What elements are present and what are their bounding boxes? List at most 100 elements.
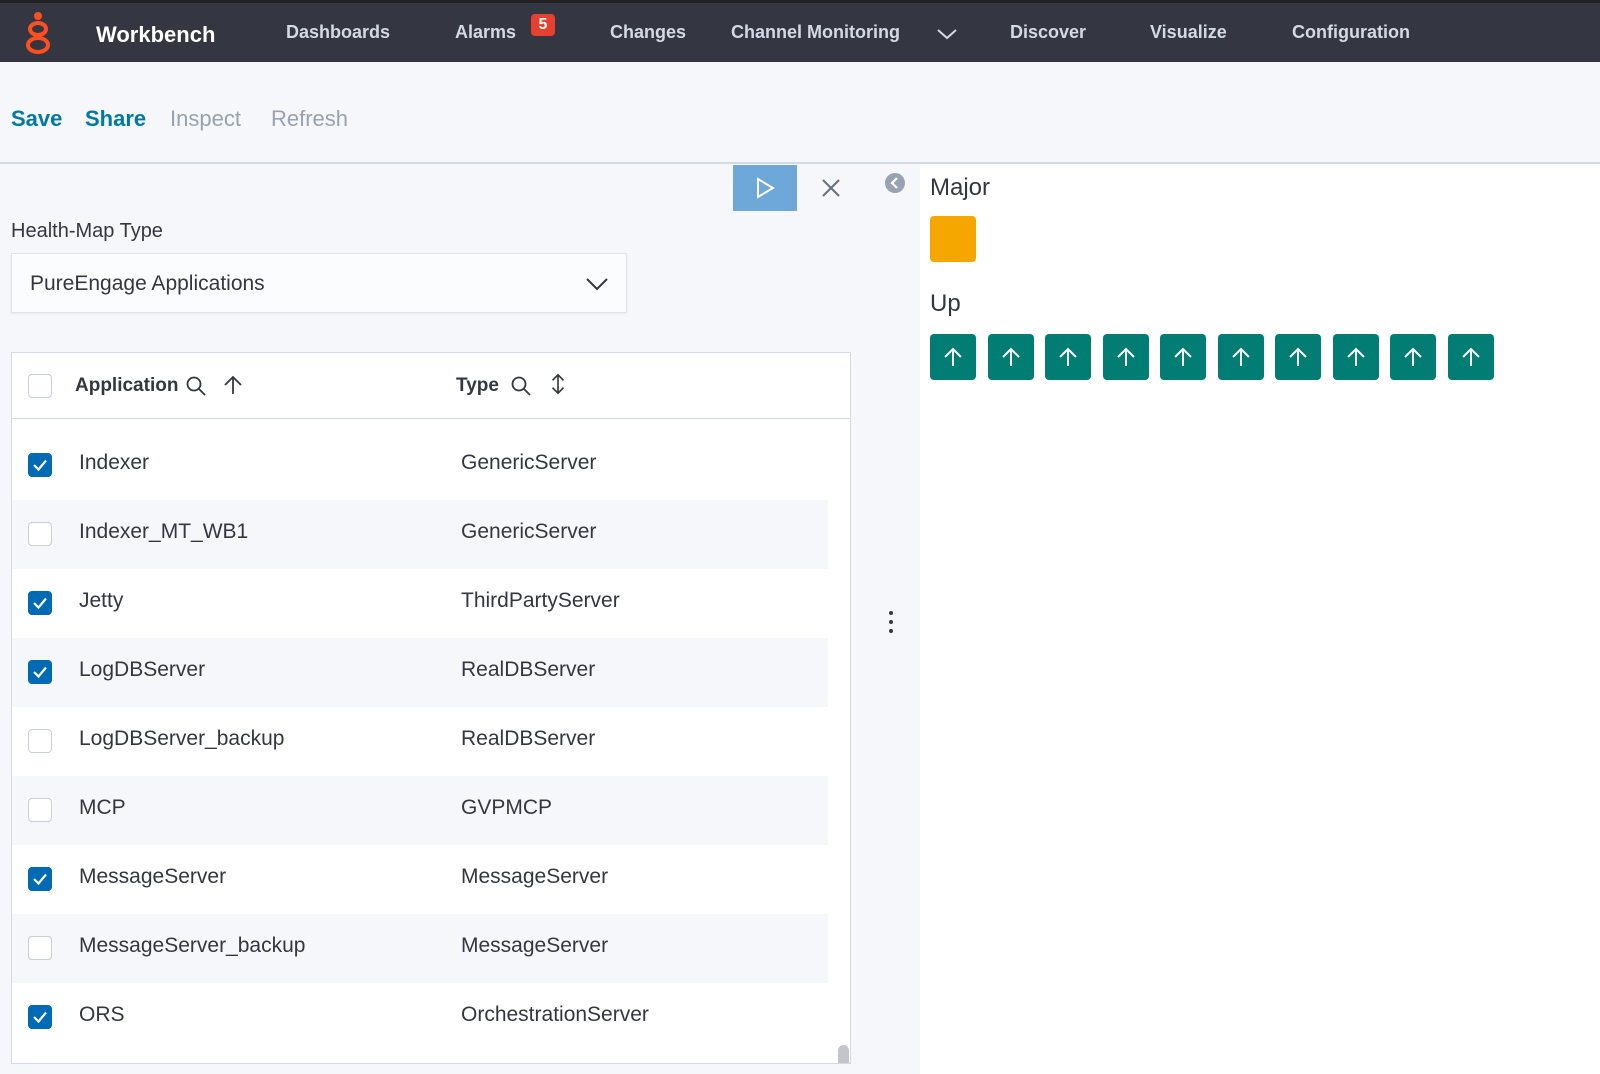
table-row[interactable]: Indexer GenericServer — [12, 431, 828, 500]
search-icon[interactable] — [510, 375, 532, 397]
arrow-up-icon — [1001, 347, 1020, 366]
arrow-up-icon — [1059, 347, 1077, 366]
column-header-type[interactable]: Type — [456, 375, 499, 397]
row-checkbox[interactable] — [28, 729, 52, 753]
visualize-toolbar: Save Share Inspect Refresh — [0, 62, 1600, 164]
table-row[interactable]: LogDBServer_backup RealDBServer — [12, 707, 828, 776]
arrow-up-icon — [1289, 347, 1307, 366]
chevron-down-icon — [586, 278, 608, 291]
healthmap-type-value: PureEngage Applications — [30, 272, 265, 295]
cell-application: ORS — [79, 1003, 125, 1026]
healthmap-tile-up[interactable] — [1275, 334, 1321, 380]
healthmap-tile-up[interactable] — [1217, 334, 1264, 380]
row-checkbox[interactable] — [28, 522, 52, 546]
save-button[interactable]: Save — [11, 106, 62, 132]
panel-divider — [862, 164, 920, 1074]
healthmap-tile-up[interactable] — [1102, 334, 1149, 380]
sort-ascending-icon[interactable] — [222, 374, 244, 396]
healthmap-type-select[interactable]: PureEngage Applications — [11, 253, 627, 313]
cell-type: GenericServer — [461, 451, 597, 474]
nav-dashboards[interactable]: Dashboards — [286, 22, 390, 43]
table-row[interactable]: Jetty ThirdPartyServer — [12, 569, 828, 638]
cell-type: GVPMCP — [461, 796, 553, 819]
nav-visualize[interactable]: Visualize — [1150, 22, 1227, 43]
row-checkbox[interactable] — [28, 660, 52, 684]
apply-changes-button[interactable] — [733, 165, 797, 211]
healthmap-tile-up[interactable] — [1045, 334, 1091, 380]
table-row[interactable]: MCP GVPMCP — [12, 776, 828, 845]
healthmap-type-label: Health-Map Type — [11, 220, 163, 242]
inspect-button[interactable]: Inspect — [170, 106, 241, 132]
table-row[interactable]: Indexer_MT_WB1 GenericServer — [12, 500, 828, 569]
cell-application: LogDBServer — [79, 658, 206, 681]
row-checkbox[interactable] — [28, 936, 52, 960]
chevron-down-icon[interactable] — [936, 25, 958, 43]
healthmap-tile-up[interactable] — [1160, 334, 1206, 380]
group-title-major: Major — [930, 174, 991, 201]
nav-channel-monitoring[interactable]: Channel Monitoring — [731, 22, 900, 43]
nav-discover[interactable]: Discover — [1010, 22, 1086, 43]
nav-changes[interactable]: Changes — [610, 22, 686, 43]
arrow-up-icon — [1404, 347, 1422, 366]
arrow-up-icon — [1116, 347, 1135, 366]
collapse-panel-icon[interactable] — [884, 172, 906, 194]
app-brand[interactable]: Workbench — [96, 22, 215, 48]
cell-type: RealDBServer — [461, 727, 596, 750]
refresh-button[interactable]: Refresh — [271, 106, 348, 132]
row-checkbox[interactable] — [28, 453, 52, 477]
arrow-up-icon — [1346, 347, 1365, 366]
search-icon[interactable] — [185, 375, 207, 397]
select-all-checkbox[interactable] — [28, 374, 52, 398]
healthmap-tile-up[interactable] — [1447, 334, 1494, 380]
row-checkbox[interactable] — [28, 798, 52, 822]
row-checkbox[interactable] — [28, 867, 52, 891]
checkmark-icon — [33, 597, 47, 610]
sort-both-icon[interactable] — [547, 373, 569, 395]
cell-application: LogDBServer_backup — [79, 727, 285, 750]
alarms-count-badge: 5 — [531, 14, 555, 36]
close-icon[interactable] — [818, 175, 844, 201]
checkmark-icon — [33, 1011, 47, 1024]
cell-type: ThirdPartyServer — [461, 589, 620, 612]
cell-type: GenericServer — [461, 520, 597, 543]
share-button[interactable]: Share — [85, 106, 146, 132]
cell-type: MessageServer — [461, 865, 609, 888]
cell-type: RealDBServer — [461, 658, 596, 681]
cell-application: MessageServer_backup — [79, 934, 306, 957]
row-checkbox[interactable] — [28, 1005, 52, 1029]
healthmap-tile-up[interactable] — [987, 334, 1034, 380]
table-scrollbar[interactable] — [838, 1045, 849, 1063]
table-body: Indexer GenericServer Indexer_MT_WB1 Generi… — [12, 431, 828, 1052]
table-row[interactable]: ORS OrchestrationServer — [12, 983, 828, 1052]
checkmark-icon — [33, 459, 47, 472]
table-row[interactable]: MessageServer_backup MessageServer — [12, 914, 828, 983]
editor-panel: Health-Map Type PureEngage Applications … — [0, 164, 862, 1074]
resize-handle-icon[interactable] — [888, 610, 894, 634]
arrow-up-icon — [1461, 347, 1480, 366]
column-header-application[interactable]: Application — [75, 375, 178, 397]
genesys-logo-icon — [26, 12, 51, 54]
cell-application: MCP — [79, 796, 126, 819]
nav-alarms[interactable]: Alarms — [455, 22, 516, 43]
checkmark-icon — [33, 873, 47, 886]
play-icon — [757, 177, 775, 199]
applications-table: Application Type Indexer GenericServer Ind… — [11, 352, 851, 1064]
healthmap-tile-up[interactable] — [1390, 334, 1436, 380]
cell-application: MessageServer — [79, 865, 227, 888]
table-row[interactable]: MessageServer MessageServer — [12, 845, 828, 914]
checkmark-icon — [33, 666, 47, 679]
healthmap-tile-up[interactable] — [930, 334, 976, 380]
healthmap-visualization: Major Up — [920, 164, 1600, 1074]
table-row[interactable]: LogDBServer RealDBServer — [12, 638, 828, 707]
row-checkbox[interactable] — [28, 591, 52, 615]
table-header: Application Type — [12, 353, 850, 419]
arrow-up-icon — [1231, 347, 1250, 366]
healthmap-tile-major[interactable] — [930, 216, 976, 262]
healthmap-tile-up[interactable] — [1332, 334, 1379, 380]
top-nav: Workbench Dashboards Alarms 5 Changes Ch… — [0, 0, 1600, 62]
group-title-up: Up — [930, 290, 961, 317]
nav-configuration[interactable]: Configuration — [1292, 22, 1410, 43]
cell-type: OrchestrationServer — [461, 1003, 649, 1026]
cell-application: Indexer_MT_WB1 — [79, 520, 249, 543]
cell-type: MessageServer — [461, 934, 609, 957]
